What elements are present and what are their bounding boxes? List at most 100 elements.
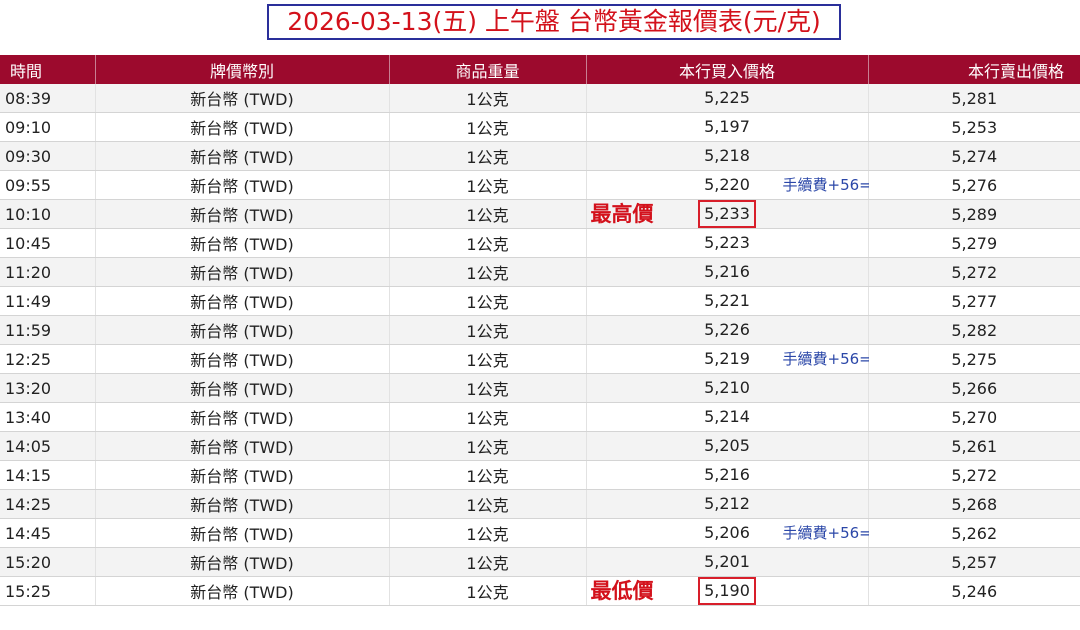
cell-time: 11:59 [0,315,96,345]
cell-currency: 新台幣 (TWD) [95,286,390,316]
buy-price-value: 5,205 [704,436,750,455]
buy-price-value: 5,216 [704,465,750,484]
table-row: 13:20 新台幣 (TWD) 1公克 5,210 5,266 [0,373,1080,403]
buy-price-value: 5,214 [704,407,750,426]
table-row: 12:25 新台幣 (TWD) 1公克 5,219 手續費+56=>>> 5,275 [0,344,1080,374]
cell-sell-price: 5,282 [868,315,1080,345]
cell-buy-price: 5,210 [586,373,869,403]
header-time: 時間 [0,55,96,84]
cell-currency: 新台幣 (TWD) [95,373,390,403]
cell-time: 15:25 [0,576,96,606]
buy-price-value: 5,219 [704,349,750,368]
cell-weight: 1公克 [389,489,587,519]
cell-weight: 1公克 [389,257,587,287]
cell-weight: 1公克 [389,431,587,461]
cell-time: 13:20 [0,373,96,403]
cell-buy-price: 5,206 手續費+56=>>> [586,518,909,548]
cell-currency: 新台幣 (TWD) [95,112,390,142]
buy-price-value: 5,216 [704,262,750,281]
cell-weight: 1公克 [389,112,587,142]
price-extreme-label: 最低價 [590,579,654,603]
cell-time: 09:10 [0,112,96,142]
cell-sell-price: 5,275 [868,344,1080,374]
cell-sell-price: 5,281 [868,84,1080,113]
cell-time: 09:30 [0,141,96,171]
cell-sell-price: 5,276 [868,170,1080,200]
cell-currency: 新台幣 (TWD) [95,170,390,200]
cell-sell-price: 5,266 [868,373,1080,403]
cell-weight: 1公克 [389,576,587,606]
cell-buy-price: 5,205 [586,431,869,461]
cell-sell-price: 5,257 [868,547,1080,577]
table-row: 14:25 新台幣 (TWD) 1公克 5,212 5,268 [0,489,1080,519]
buy-price-value: 5,210 [704,378,750,397]
table-row: 11:20 新台幣 (TWD) 1公克 5,216 5,272 [0,257,1080,287]
header-weight: 商品重量 [389,55,587,84]
buy-price-value: 5,221 [704,291,750,310]
buy-price-value: 5,226 [704,320,750,339]
cell-weight: 1公克 [389,170,587,200]
table-row: 14:05 新台幣 (TWD) 1公克 5,205 5,261 [0,431,1080,461]
cell-weight: 1公克 [389,286,587,316]
table-row: 14:15 新台幣 (TWD) 1公克 5,216 5,272 [0,460,1080,490]
cell-sell-price: 5,277 [868,286,1080,316]
buy-price-highlighted: 5,233 [698,200,756,228]
cell-buy-price: 5,214 [586,402,869,432]
cell-weight: 1公克 [389,518,587,548]
table-row: 09:30 新台幣 (TWD) 1公克 5,218 5,274 [0,141,1080,171]
cell-weight: 1公克 [389,373,587,403]
cell-currency: 新台幣 (TWD) [95,547,390,577]
cell-time: 11:20 [0,257,96,287]
cell-currency: 新台幣 (TWD) [95,199,390,229]
cell-currency: 新台幣 (TWD) [95,141,390,171]
table-header-row: 時間 牌價幣別 商品重量 本行買入價格 本行賣出價格 [0,55,1080,84]
cell-weight: 1公克 [389,199,587,229]
cell-time: 12:25 [0,344,96,374]
buy-price-value: 5,220 [704,175,750,194]
cell-buy-price: 5,216 [586,460,869,490]
table-row: 15:20 新台幣 (TWD) 1公克 5,201 5,257 [0,547,1080,577]
cell-buy-price: 5,197 [586,112,869,142]
gold-price-table: 時間 牌價幣別 商品重量 本行買入價格 本行賣出價格 08:39 新台幣 (TWD… [0,55,1080,606]
cell-buy-price: 5,212 [586,489,869,519]
cell-time: 14:15 [0,460,96,490]
cell-buy-price: 5,218 [586,141,869,171]
title-area: 2026-03-13(五) 上午盤 台幣黃金報價表(元/克) [0,0,1080,48]
table-row: 11:59 新台幣 (TWD) 1公克 5,226 5,282 [0,315,1080,345]
cell-sell-price: 5,261 [868,431,1080,461]
cell-time: 14:45 [0,518,96,548]
table-row: 13:40 新台幣 (TWD) 1公克 5,214 5,270 [0,402,1080,432]
table-row: 10:45 新台幣 (TWD) 1公克 5,223 5,279 [0,228,1080,258]
buy-price-value: 5,201 [704,552,750,571]
cell-sell-price: 5,289 [868,199,1080,229]
buy-price-highlighted: 5,190 [698,577,756,605]
cell-currency: 新台幣 (TWD) [95,257,390,287]
cell-buy-price: 5,216 [586,257,869,287]
cell-weight: 1公克 [389,460,587,490]
price-extreme-label: 最高價 [590,202,654,226]
cell-weight: 1公克 [389,84,587,113]
table-row: 11:49 新台幣 (TWD) 1公克 5,221 5,277 [0,286,1080,316]
cell-sell-price: 5,246 [868,576,1080,606]
cell-currency: 新台幣 (TWD) [95,489,390,519]
cell-time: 10:10 [0,199,96,229]
table-row: 15:25 新台幣 (TWD) 1公克 最低價 5,190 5,246 [0,576,1080,606]
cell-sell-price: 5,279 [868,228,1080,258]
cell-time: 11:49 [0,286,96,316]
cell-time: 08:39 [0,84,96,113]
cell-weight: 1公克 [389,141,587,171]
cell-buy-price: 5,223 [586,228,869,258]
cell-weight: 1公克 [389,344,587,374]
cell-buy-price: 5,225 [586,84,869,113]
header-buy-price: 本行買入價格 [586,55,869,84]
table-body: 08:39 新台幣 (TWD) 1公克 5,225 5,281 09:10 新台幣 (TWD… [0,84,1080,606]
table-row: 09:10 新台幣 (TWD) 1公克 5,197 5,253 [0,112,1080,142]
buy-price-value: 5,197 [704,117,750,136]
cell-weight: 1公克 [389,402,587,432]
cell-sell-price: 5,272 [868,460,1080,490]
cell-sell-price: 5,274 [868,141,1080,171]
cell-time: 15:20 [0,547,96,577]
cell-currency: 新台幣 (TWD) [95,460,390,490]
cell-sell-price: 5,268 [868,489,1080,519]
cell-time: 14:05 [0,431,96,461]
